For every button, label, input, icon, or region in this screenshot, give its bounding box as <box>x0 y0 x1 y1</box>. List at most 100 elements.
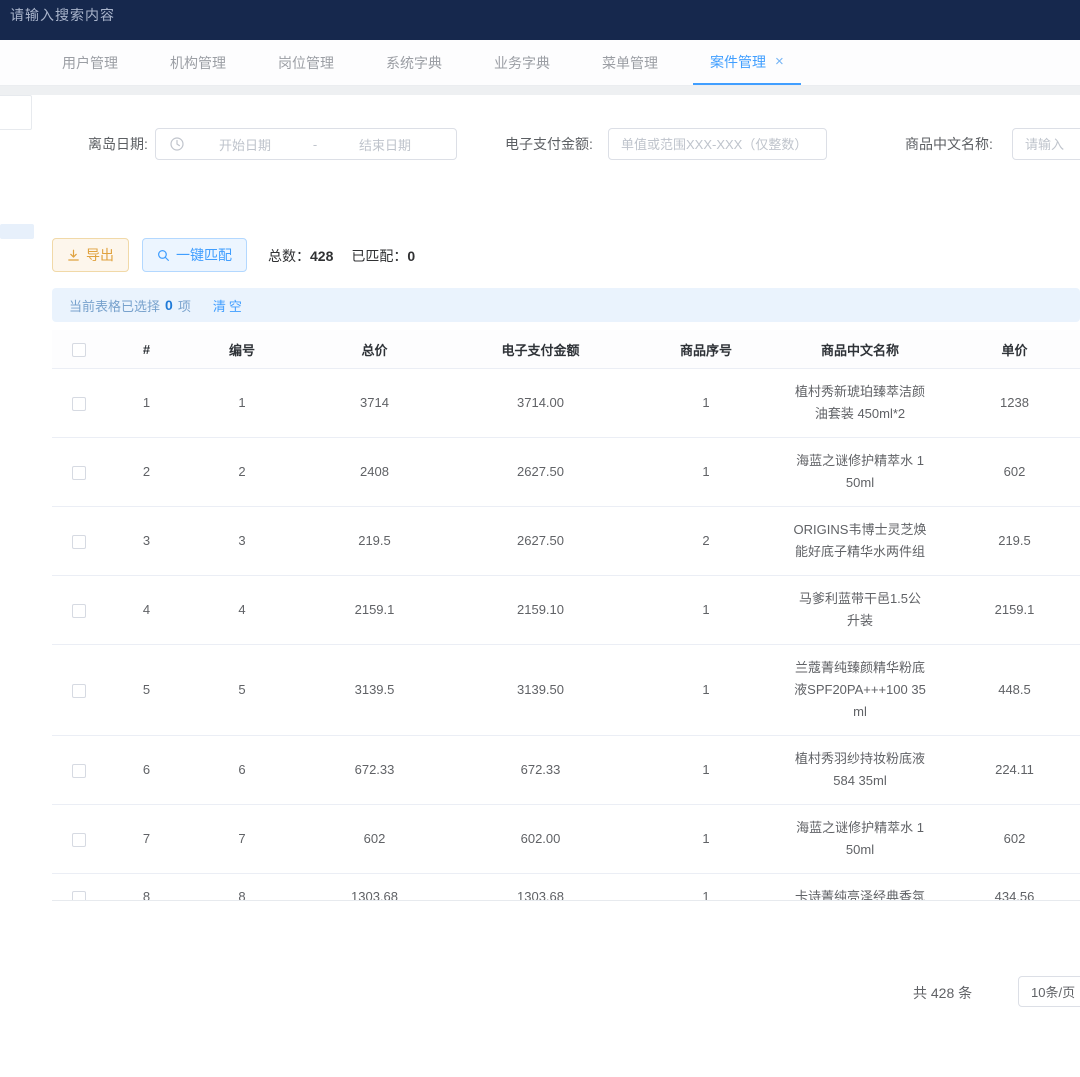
cell: 2 <box>106 438 187 507</box>
checkbox-cell <box>52 507 106 576</box>
left-edge-highlight <box>0 224 34 239</box>
search-icon <box>157 249 170 262</box>
cell: 2627.50 <box>452 438 629 507</box>
cell: 植村秀羽纱持妆粉底液 584 35ml <box>783 736 937 805</box>
selection-bar: 当前表格已选择 0 项 清空 <box>52 288 1080 322</box>
cell: 602 <box>937 438 1080 507</box>
export-button[interactable]: 导出 <box>52 238 129 272</box>
row-checkbox[interactable] <box>72 397 86 411</box>
column-header: # <box>106 330 187 369</box>
column-header: 商品中文名称 <box>783 330 937 369</box>
table-row: 881303.681303.681卡诗菁纯亮泽经典香氛434.56 <box>52 874 1080 902</box>
product-name-input[interactable] <box>1012 128 1080 160</box>
select-all-cell <box>52 330 106 369</box>
select-all-checkbox[interactable] <box>72 343 86 357</box>
tab-bar: 用户管理 机构管理 岗位管理 系统字典业务字典 菜单管理 案件管理 × <box>0 40 1080 86</box>
cell: 4 <box>106 576 187 645</box>
tab-label: 用户管理 <box>62 53 118 73</box>
row-checkbox[interactable] <box>72 684 86 698</box>
cell: 2 <box>629 507 783 576</box>
date-range-picker[interactable]: 开始日期 - 结束日期 <box>155 128 457 160</box>
tab-org-management[interactable]: 机构管理 <box>153 40 243 85</box>
matched-label: 已匹配： <box>351 248 407 264</box>
table-row: 77602602.001海蓝之谜修护精萃水 150ml602 <box>52 805 1080 874</box>
cell: 3 <box>106 507 187 576</box>
date-start-placeholder: 开始日期 <box>184 135 306 154</box>
cell: 1 <box>629 874 783 902</box>
cell: 1 <box>629 736 783 805</box>
cell: 7 <box>187 805 297 874</box>
table-row: 553139.53139.501兰蔻菁纯臻颜精华粉底液SPF20PA+++100… <box>52 645 1080 736</box>
cell: 7 <box>106 805 187 874</box>
cell: 1303.68 <box>297 874 452 902</box>
table-row: 442159.12159.101马爹利蓝带干邑1.5公升装2159.1 <box>52 576 1080 645</box>
table-row: 66672.33672.331植村秀羽纱持妆粉底液 584 35ml224.11 <box>52 736 1080 805</box>
cell: 448.5 <box>937 645 1080 736</box>
row-checkbox[interactable] <box>72 604 86 618</box>
cell: 1 <box>629 576 783 645</box>
total-value: 428 <box>310 248 333 264</box>
tab-label: 案件管理 <box>710 52 766 72</box>
tab-user-management[interactable]: 用户管理 <box>45 40 135 85</box>
page-size-value: 10条/页 <box>1031 982 1075 1001</box>
table-body: 1137143714.001植村秀新琥珀臻萃洁颜油套装 450ml*212382… <box>52 369 1080 902</box>
column-header: 电子支付金额 <box>452 330 629 369</box>
cell: 1 <box>629 805 783 874</box>
tab-label: 菜单管理 <box>602 53 658 73</box>
tab-close-icon[interactable]: × <box>775 54 784 69</box>
cell: 3139.5 <box>297 645 452 736</box>
table-container: #编号总价电子支付金额商品序号商品中文名称单价 1137143714.001植村… <box>52 330 1080 901</box>
cell: 1 <box>187 369 297 438</box>
cell: 4 <box>187 576 297 645</box>
cell: 1303.68 <box>452 874 629 902</box>
row-checkbox[interactable] <box>72 891 86 901</box>
cell: 602 <box>297 805 452 874</box>
tab-menu-management[interactable]: 菜单管理 <box>585 40 675 85</box>
table-row: 33219.52627.502ORIGINS韦博士灵芝焕能好底子精华水两件组21… <box>52 507 1080 576</box>
data-table: #编号总价电子支付金额商品序号商品中文名称单价 1137143714.001植村… <box>52 330 1080 901</box>
pagination-total: 共 428 条 <box>913 983 972 1003</box>
row-checkbox[interactable] <box>72 833 86 847</box>
date-range-separator: - <box>306 137 324 152</box>
cell: 2627.50 <box>452 507 629 576</box>
epay-amount-input[interactable] <box>608 128 827 160</box>
cell: 602.00 <box>452 805 629 874</box>
cell: 1 <box>629 645 783 736</box>
download-icon <box>67 249 80 262</box>
cell: 224.11 <box>937 736 1080 805</box>
date-filter-label: 离岛日期: <box>88 128 148 160</box>
tab-post-management[interactable]: 岗位管理 <box>261 40 351 85</box>
cell: 6 <box>187 736 297 805</box>
cell: 5 <box>106 645 187 736</box>
table-header-row: #编号总价电子支付金额商品序号商品中文名称单价 <box>52 330 1080 369</box>
selection-prefix: 当前表格已选择 <box>69 296 160 315</box>
row-checkbox[interactable] <box>72 535 86 549</box>
selection-suffix: 项 <box>178 296 191 315</box>
tab-business-dict[interactable]: 业务字典 <box>477 40 567 85</box>
total-label: 总数： <box>268 248 310 264</box>
tab-case-management[interactable]: 案件管理 × <box>693 40 801 85</box>
cell: 434.56 <box>937 874 1080 902</box>
checkbox-cell <box>52 576 106 645</box>
cell: 3 <box>187 507 297 576</box>
cell: 植村秀新琥珀臻萃洁颜油套装 450ml*2 <box>783 369 937 438</box>
column-header: 总价 <box>297 330 452 369</box>
clock-icon <box>170 137 184 151</box>
export-button-label: 导出 <box>86 245 114 265</box>
row-checkbox[interactable] <box>72 466 86 480</box>
cell: 海蓝之谜修护精萃水 150ml <box>783 438 937 507</box>
epay-filter-label: 电子支付金额: <box>505 128 593 160</box>
column-header: 编号 <box>187 330 297 369</box>
tab-label: 岗位管理 <box>278 53 334 73</box>
clear-selection-link[interactable]: 清空 <box>213 296 245 315</box>
cell: 3139.50 <box>452 645 629 736</box>
one-click-match-button[interactable]: 一键匹配 <box>142 238 247 272</box>
top-navbar: 请输入搜索内容 <box>0 0 1080 40</box>
cell: 海蓝之谜修护精萃水 150ml <box>783 805 937 874</box>
tab-system-dict[interactable]: 系统字典 <box>369 40 459 85</box>
row-checkbox[interactable] <box>72 764 86 778</box>
table-row: 1137143714.001植村秀新琥珀臻萃洁颜油套装 450ml*21238 <box>52 369 1080 438</box>
cell: 672.33 <box>452 736 629 805</box>
page-size-select[interactable]: 10条/页 ▾ <box>1018 976 1080 1007</box>
global-search-input[interactable]: 请输入搜索内容 <box>10 5 115 25</box>
